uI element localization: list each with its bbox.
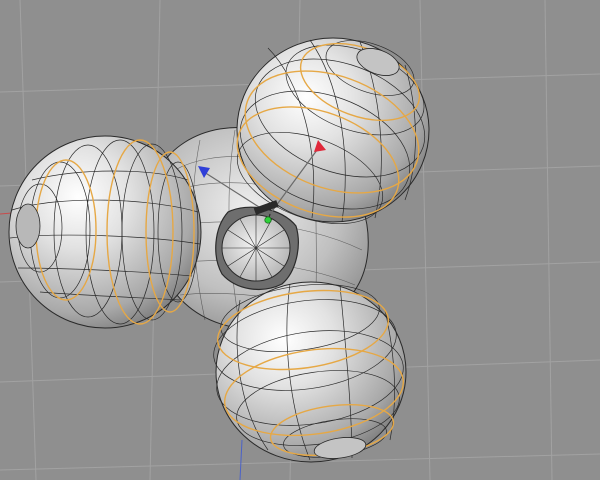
world-z-axis-line bbox=[239, 439, 243, 480]
viewport-canvas[interactable] bbox=[0, 0, 600, 480]
sphere-left-pole bbox=[15, 203, 41, 249]
sphere-left[interactable] bbox=[8, 135, 202, 329]
hub-opening[interactable] bbox=[215, 206, 299, 291]
x-axis-handle-icon[interactable] bbox=[264, 216, 272, 224]
3d-viewport[interactable] bbox=[0, 0, 600, 480]
